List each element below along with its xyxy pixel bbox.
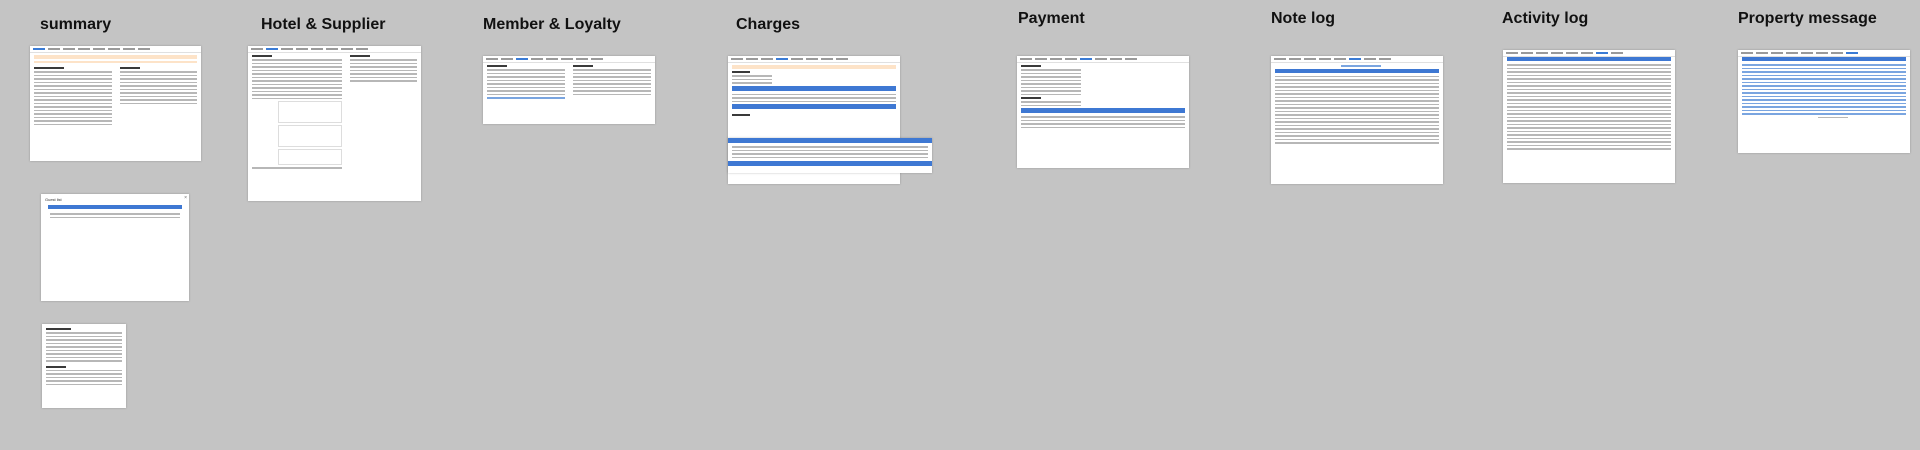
guest-list-table-header <box>48 205 182 209</box>
note-log-screenshot <box>1271 56 1443 184</box>
activity-log-screenshot <box>1503 50 1675 183</box>
section-title-note-log: Note log <box>1271 10 1335 27</box>
summary-detail-screenshot <box>42 324 126 408</box>
section-title-member-loyalty: Member & Loyalty <box>483 16 621 33</box>
section-title-property-message: Property message <box>1738 10 1877 27</box>
hotel-tabs <box>248 46 421 53</box>
summary-tabs <box>30 46 201 53</box>
summary-details-grid <box>30 65 201 127</box>
summary-screenshot <box>30 46 201 161</box>
guest-list-row <box>50 213 180 215</box>
section-title-summary: summary <box>40 16 112 33</box>
summary-warning-banner-2 <box>34 61 197 63</box>
hotel-supplier-screenshot <box>248 46 421 201</box>
section-title-charges: Charges <box>736 16 801 33</box>
section-title-activity-log: Activity log <box>1502 10 1589 27</box>
property-message-screenshot <box>1738 50 1910 153</box>
guest-list-table <box>41 205 189 213</box>
guest-list-dialog-title: Guest list <box>45 197 62 202</box>
payment-screenshot <box>1017 56 1189 168</box>
close-icon[interactable]: × <box>184 195 187 201</box>
guest-list-row <box>50 216 180 218</box>
member-loyalty-screenshot <box>483 56 655 124</box>
charges-detail-table <box>728 138 932 173</box>
summary-warning-banner <box>34 55 197 59</box>
guest-list-dialog: × Guest list <box>41 194 189 301</box>
section-title-payment: Payment <box>1018 10 1085 27</box>
section-title-hotel-supplier: Hotel & Supplier <box>261 16 386 33</box>
